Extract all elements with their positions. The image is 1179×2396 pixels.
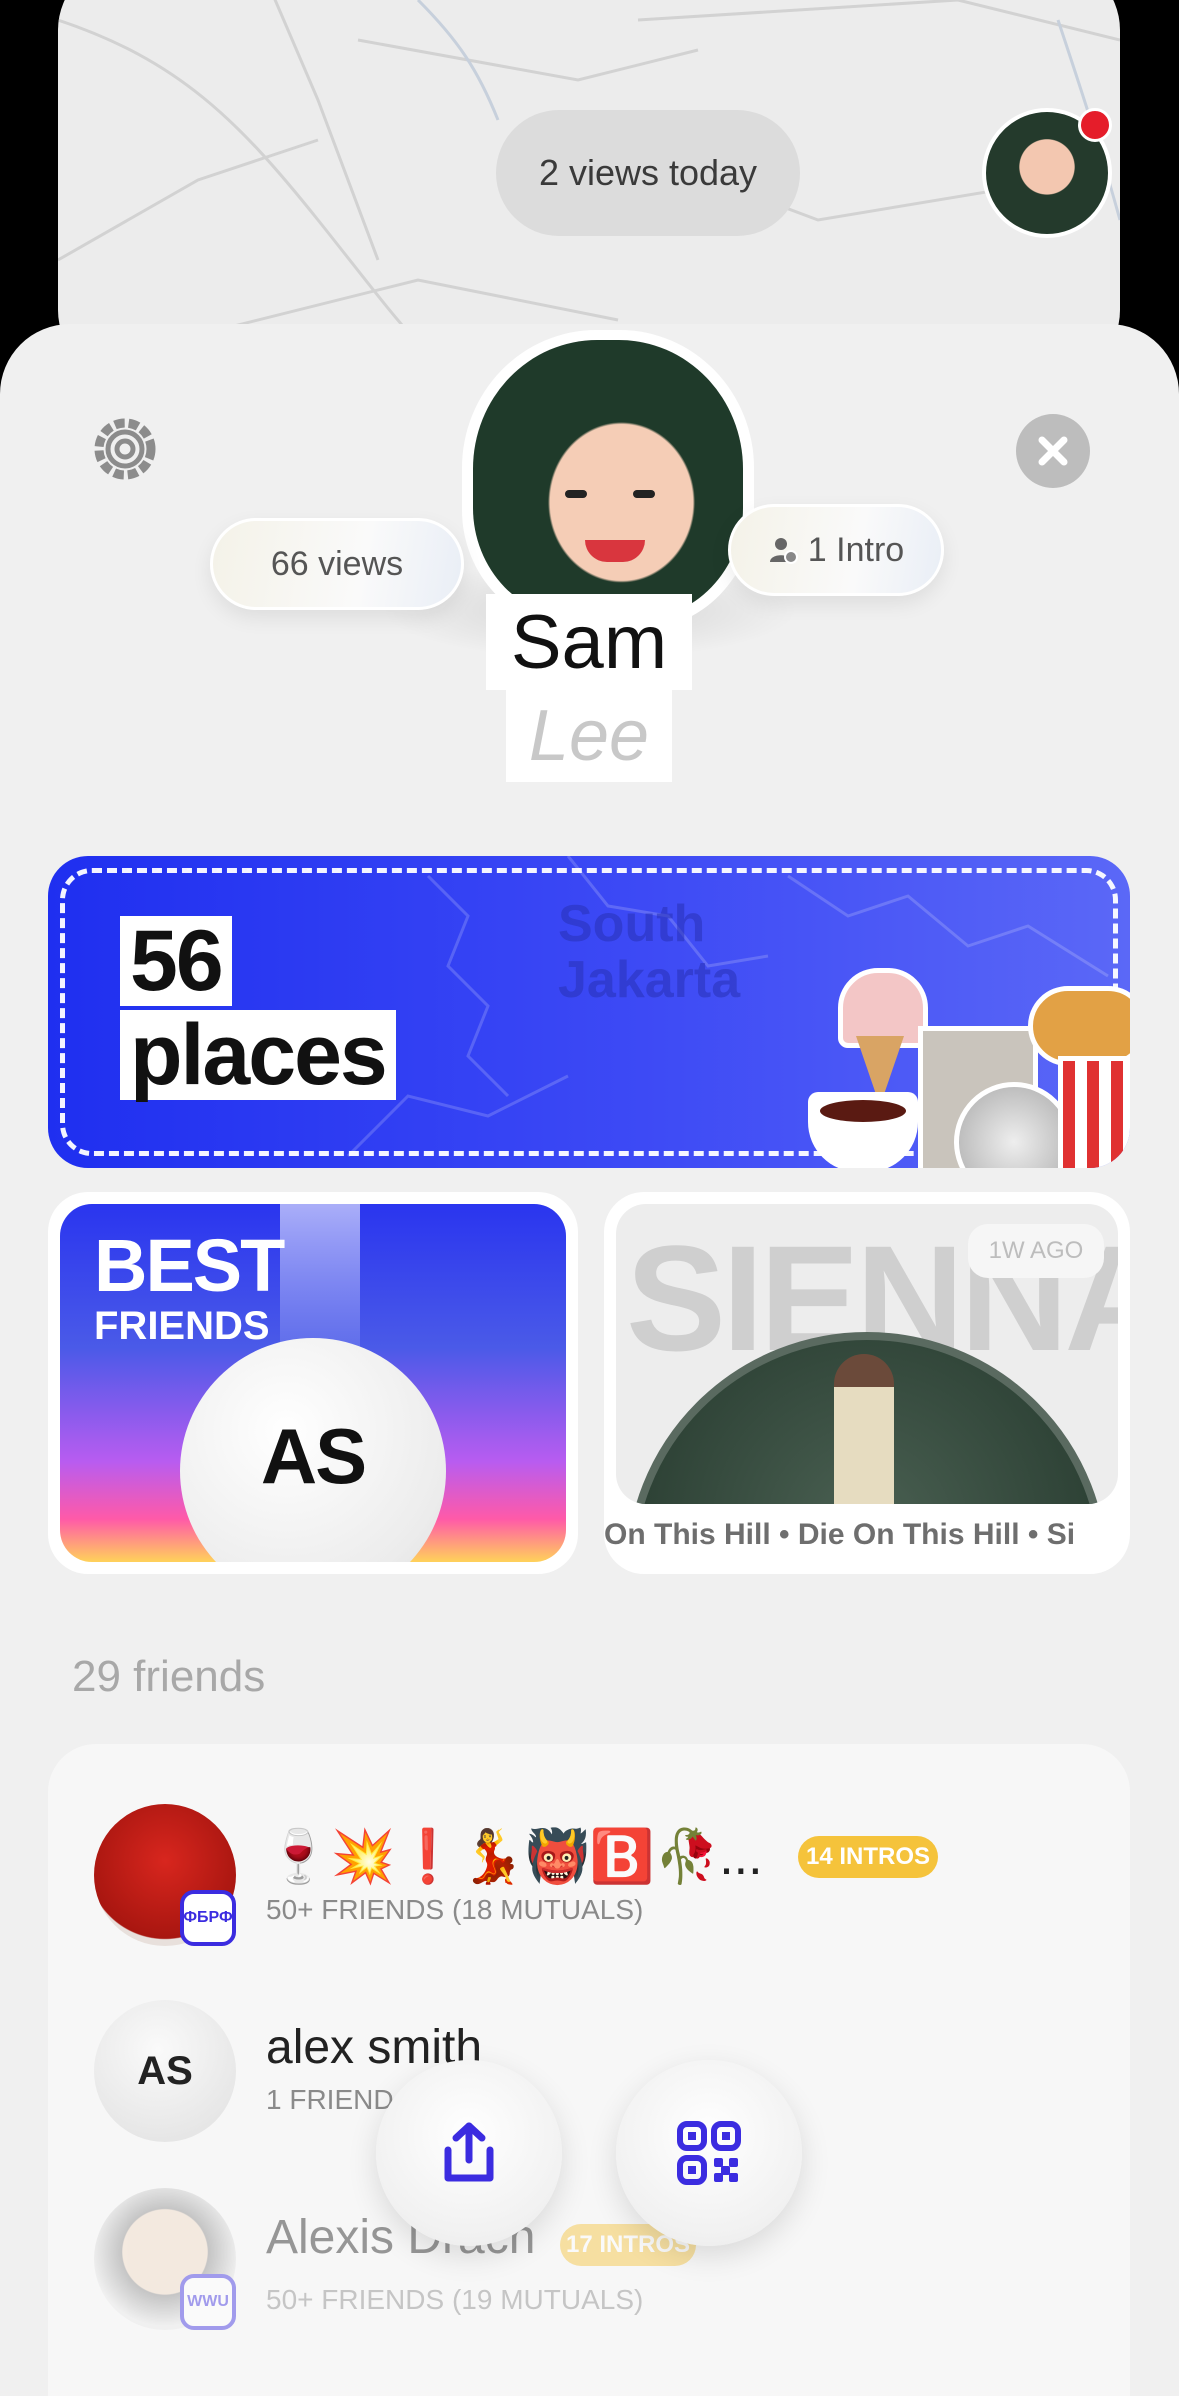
song-title-marquee: On This Hill • Die On This Hill • Si [604, 1518, 1076, 1551]
profile-photo-image [473, 340, 743, 620]
university-badge: WWU [180, 2274, 236, 2330]
qr-code-button[interactable] [616, 2060, 802, 2246]
intro-count: 1 Intro [807, 530, 905, 569]
friends-count-heading: 29 friends [72, 1652, 266, 1701]
album-art-figure [834, 1354, 894, 1504]
views-today-pill[interactable]: 2 views today [496, 110, 800, 236]
best-friends-card[interactable]: BEST FRIENDS AS [48, 1192, 578, 1574]
university-badge: ФБРФ [180, 1890, 236, 1946]
views-stat-pill[interactable]: 66 views [210, 518, 464, 610]
list-item[interactable]: ФБРФ 🍷💥❗💃👹🅱️🥀... 14 INTROS 50+ FRIENDS (… [48, 1804, 1088, 1954]
croissant-sticker [1028, 986, 1130, 1066]
intro-stat-pill[interactable]: 1 Intro [728, 504, 944, 596]
friend-name: 🍷💥❗💃👹🅱️🥀... [266, 1828, 763, 1886]
best-friend-initials: AS [260, 1411, 367, 1500]
profile-photo[interactable] [462, 330, 754, 630]
share-button[interactable] [376, 2060, 562, 2246]
close-icon [1038, 436, 1068, 466]
friend-subtitle: 1 FRIEND [266, 2084, 394, 2115]
avatar-initials: AS [137, 2048, 193, 2093]
qr-code-icon [677, 2121, 741, 2185]
popcorn-sticker [1058, 1056, 1130, 1168]
settings-button[interactable] [92, 416, 158, 482]
views-count: 66 views [270, 544, 404, 583]
music-card[interactable]: SIENNA 1W AGO On This Hill • Die On This… [604, 1192, 1130, 1574]
gear-icon [94, 418, 156, 480]
best-friend-avatar[interactable]: AS [180, 1338, 446, 1562]
notification-dot [1078, 108, 1112, 142]
list-item[interactable]: WWU Alexis Drach 17 INTROS 50+ FRIENDS (… [48, 2188, 1088, 2338]
coffee-sticker [820, 1100, 906, 1122]
places-card[interactable]: South Jakarta 56 places [48, 856, 1130, 1168]
best-friends-title: BEST [94, 1224, 285, 1307]
best-friends-background: BEST FRIENDS AS [60, 1204, 566, 1562]
share-icon [444, 2122, 494, 2182]
places-region: South Jakarta [558, 895, 741, 1009]
friend-subtitle: 50+ FRIENDS (19 MUTUALS) [266, 2284, 644, 2315]
friend-subtitle: 50+ FRIENDS (18 MUTUALS) [266, 1894, 644, 1925]
close-button[interactable] [1016, 414, 1090, 488]
places-count-label: places [120, 1010, 396, 1100]
intro-person-icon [769, 538, 798, 564]
places-count-number: 56 [120, 916, 232, 1006]
list-item[interactable]: AS alex smith 1 FRIEND [48, 2000, 1088, 2150]
profile-last-name: Lee [506, 690, 672, 782]
map-view[interactable]: 2 views today [58, 0, 1120, 380]
intros-badge: 14 INTROS [798, 1836, 938, 1878]
places-count: 56 places [120, 916, 396, 1104]
avatar: AS [94, 2000, 236, 2142]
best-friends-subtitle: FRIENDS [94, 1304, 270, 1348]
music-card-artwork: SIENNA 1W AGO [616, 1204, 1118, 1504]
time-ago-badge: 1W AGO [968, 1224, 1104, 1278]
profile-first-name: Sam [486, 594, 692, 690]
